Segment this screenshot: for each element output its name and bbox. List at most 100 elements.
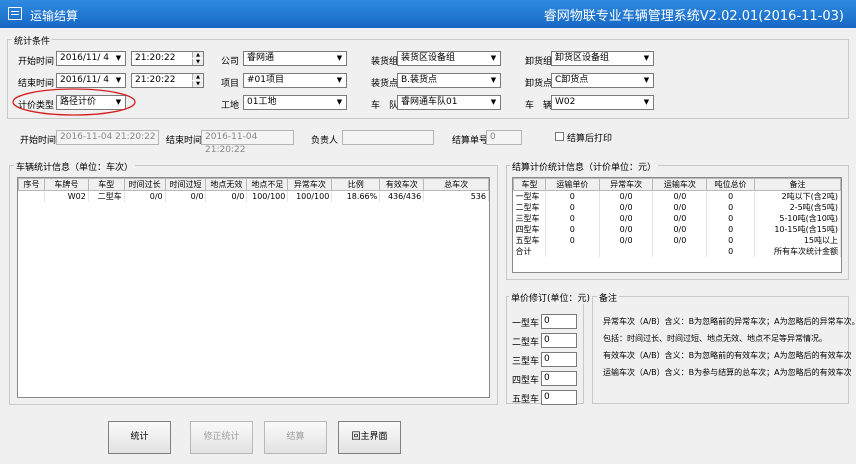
table-cell: 18.66% [331, 190, 381, 202]
chevron-down-icon[interactable]: ▼ [487, 52, 500, 65]
table-row[interactable]: 二型车 0 0/0 0/0 0 2-5吨(含5吨) [513, 202, 841, 213]
column-header[interactable]: 运输单价 [544, 178, 600, 191]
chevron-down-icon[interactable]: ▼ [112, 74, 125, 87]
chevron-down-icon[interactable]: ▼ [487, 96, 500, 109]
table-cell: 0 [706, 213, 756, 224]
vehicle-stats-table[interactable]: 序号 车牌号 车型 时间过长 时间过短 地点无效 地点不足 异常车次 比例 有效… [17, 177, 490, 398]
revise-stat-button[interactable]: 修正统计 [190, 421, 253, 454]
stat-button[interactable]: 统计 [108, 421, 171, 454]
table-row[interactable]: 合计 0 所有车次统计金额 [513, 246, 841, 257]
column-header[interactable]: 备注 [754, 178, 841, 191]
table-cell: 10-15吨(含15吨) [754, 224, 841, 235]
vehicle-select[interactable]: W02 ▼ [551, 95, 654, 110]
unload-group-select[interactable]: 卸货区设备组 ▼ [551, 51, 654, 66]
column-header[interactable]: 运输车次 [652, 178, 708, 191]
table-cell: 2-5吨(含5吨) [754, 202, 841, 213]
price-revise-group [506, 296, 584, 404]
owner-label: 负责人 [311, 136, 339, 146]
company-select[interactable]: 睿网通 ▼ [243, 51, 347, 66]
load-group-select[interactable]: 装货区设备组 ▼ [397, 51, 501, 66]
vehicle-stats-header-row: 序号 车牌号 车型 时间过长 时间过短 地点无效 地点不足 异常车次 比例 有效… [18, 178, 489, 191]
end-time-spinner[interactable]: 21:20:22 ▲ ▼ [131, 73, 204, 88]
end-date-picker[interactable]: 2016/11/ 4 ▼ [56, 73, 126, 88]
price-revise-input[interactable]: 0 [541, 314, 577, 329]
table-cell: 三型车 [513, 213, 546, 224]
project-select[interactable]: #01项目 ▼ [243, 73, 347, 88]
table-cell: 五型车 [513, 235, 546, 246]
column-header[interactable]: 车型 [87, 178, 125, 191]
table-cell [545, 246, 600, 257]
table-row[interactable]: 三型车 0 0/0 0/0 0 5-10吨(含10吨) [513, 213, 841, 224]
spin-up-icon[interactable]: ▲ [192, 52, 203, 58]
price-revise-input[interactable]: 0 [541, 352, 577, 367]
column-header[interactable]: 时间过长 [123, 178, 166, 191]
column-header[interactable]: 序号 [18, 178, 45, 191]
chevron-down-icon[interactable]: ▼ [487, 74, 500, 87]
start-time-spinner[interactable]: 21:20:22 ▲ ▼ [131, 51, 204, 66]
spin-down-icon[interactable]: ▼ [192, 81, 203, 87]
spin-down-icon[interactable]: ▼ [192, 59, 203, 65]
table-cell: 0 [706, 202, 756, 213]
print-after-settle-checkbox[interactable] [555, 132, 564, 141]
price-revise-input[interactable]: 0 [541, 333, 577, 348]
table-cell: 0/0 [124, 190, 166, 202]
chevron-down-icon[interactable]: ▼ [640, 96, 653, 109]
table-row[interactable]: W02 二型车 0/0 0/0 0/0 100/100 100/100 18.6… [18, 190, 489, 202]
chevron-down-icon[interactable]: ▼ [333, 96, 346, 109]
column-header[interactable]: 时间过短 [164, 178, 207, 191]
table-cell: 0/0 [652, 202, 708, 213]
chevron-down-icon[interactable]: ▼ [640, 52, 653, 65]
spin-up-icon[interactable]: ▲ [192, 74, 203, 80]
load-point-select[interactable]: B.装货点 ▼ [397, 73, 501, 88]
price-revise-input[interactable]: 0 [541, 371, 577, 386]
fleet-select[interactable]: 睿网通车队01 ▼ [397, 95, 501, 110]
app-title: 睿网物联专业车辆管理系统V2.02.01(2016-11-03) [543, 9, 844, 24]
table-cell: 436/436 [379, 190, 425, 202]
load-group-label: 装货组 [371, 57, 399, 67]
print-after-settle-label: 结算后打印 [567, 134, 613, 144]
column-header[interactable]: 比例 [331, 178, 381, 191]
column-header[interactable]: 有效车次 [379, 178, 425, 191]
start-date-picker[interactable]: 2016/11/ 4 ▼ [56, 51, 126, 66]
column-header[interactable]: 异常车次 [287, 178, 333, 191]
table-row[interactable]: 一型车 0 0/0 0/0 0 2吨以下(含2吨) [513, 190, 841, 202]
column-header[interactable]: 总车次 [423, 178, 489, 191]
chevron-down-icon[interactable]: ▼ [640, 74, 653, 87]
back-to-main-button[interactable]: 回主界面 [338, 421, 401, 454]
settle-no-label: 结算单号 [452, 136, 489, 146]
price-revise-input[interactable]: 0 [541, 390, 577, 405]
settle-stats-table[interactable]: 车型 运输单价 异常车次 运输车次 吨位总价 备注 一型车 0 0/0 0/0 0 2吨以… [512, 177, 842, 273]
settle-button[interactable]: 结算 [264, 421, 327, 454]
unload-point-select[interactable]: C卸货点 ▼ [551, 73, 654, 88]
table-cell: 0/0 [599, 235, 654, 246]
table-cell: 0/0 [205, 190, 248, 202]
column-header[interactable]: 异常车次 [598, 178, 654, 191]
table-row[interactable]: 四型车 0 0/0 0/0 0 10-15吨(含15吨) [513, 224, 841, 235]
column-header[interactable]: 地点不足 [246, 178, 289, 191]
column-header[interactable]: 车型 [513, 178, 546, 191]
table-row[interactable]: 五型车 0 0/0 0/0 0 15吨以上 [513, 235, 841, 246]
table-cell: 536 [423, 190, 489, 202]
table-cell: 0/0 [599, 202, 654, 213]
window-title: 运输结算 [30, 9, 79, 23]
table-cell: 0 [545, 202, 600, 213]
table-cell: 四型车 [513, 224, 546, 235]
table-cell: 0 [706, 246, 756, 257]
price-revise-item-label: 三型车 [512, 357, 540, 367]
column-header[interactable]: 吨位总价 [706, 178, 756, 191]
chevron-down-icon[interactable]: ▼ [112, 52, 125, 65]
price-revise-label: 单价修订(单位：元) [509, 291, 593, 304]
table-cell: 合计 [513, 246, 546, 257]
site-select[interactable]: 01工地 ▼ [243, 95, 347, 110]
info-end-label: 结束时间 [166, 136, 203, 146]
unload-group-label: 卸货组 [525, 57, 553, 67]
remark-line: 包括：时间过长、时间过短、地点无效、地点不足等异常情况。 [603, 334, 827, 343]
table-cell: 0/0 [165, 190, 207, 202]
vehicle-label: 车 辆 [525, 101, 553, 111]
column-header[interactable]: 车牌号 [43, 178, 89, 191]
vehicle-stats-label: 车辆统计信息（单位：车次） [14, 160, 136, 173]
chevron-down-icon[interactable]: ▼ [333, 74, 346, 87]
unload-point-label: 卸货点 [525, 79, 553, 89]
column-header[interactable]: 地点无效 [205, 178, 248, 191]
chevron-down-icon[interactable]: ▼ [333, 52, 346, 65]
